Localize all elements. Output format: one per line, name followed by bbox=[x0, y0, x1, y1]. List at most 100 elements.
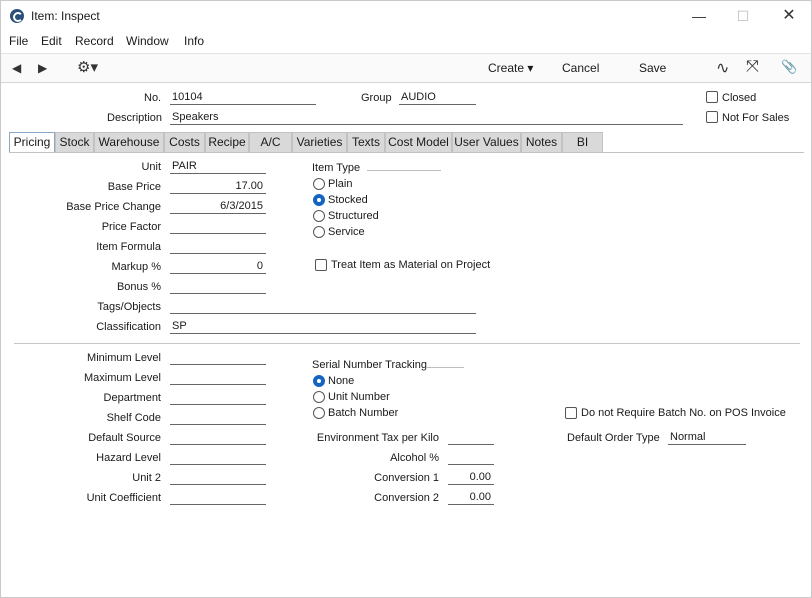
serial-batch-number-label: Batch Number bbox=[328, 407, 399, 419]
markup-label: Markup % bbox=[111, 261, 161, 273]
tab-pricing[interactable]: Pricing bbox=[9, 132, 55, 153]
back-arrow-icon[interactable]: ◀ bbox=[12, 61, 21, 75]
menu-record[interactable]: Record bbox=[75, 34, 114, 48]
closed-checkbox[interactable] bbox=[706, 91, 718, 103]
menu-info[interactable]: Info bbox=[184, 34, 204, 48]
alcohol-label: Alcohol % bbox=[390, 452, 439, 464]
unit2-field[interactable] bbox=[170, 471, 266, 485]
default-source-label: Default Source bbox=[88, 432, 161, 444]
base-price-change-label: Base Price Change bbox=[66, 201, 161, 213]
treat-material-label: Treat Item as Material on Project bbox=[331, 259, 491, 271]
classification-field[interactable]: SP bbox=[170, 320, 476, 334]
item-inspect-window: Item: Inspect — ☐ ✕ File Edit Record Win… bbox=[0, 0, 812, 598]
expand-icon[interactable]: ⤧ bbox=[746, 58, 759, 76]
no-field[interactable]: 10104 bbox=[170, 91, 316, 105]
tab-recipe[interactable]: Recipe bbox=[205, 132, 249, 152]
maximum-level-field[interactable] bbox=[170, 371, 266, 385]
group-field[interactable]: AUDIO bbox=[399, 91, 476, 105]
item-type-rule bbox=[367, 170, 441, 171]
close-button[interactable]: ✕ bbox=[774, 5, 804, 27]
conversion1-field[interactable]: 0.00 bbox=[448, 471, 494, 485]
markup-field[interactable]: 0 bbox=[170, 260, 266, 274]
save-button[interactable]: Save bbox=[639, 61, 666, 75]
not-for-sales-checkbox[interactable] bbox=[706, 111, 718, 123]
no-label: No. bbox=[144, 92, 162, 104]
activity-icon[interactable]: ∿ bbox=[716, 58, 729, 78]
menu-window[interactable]: Window bbox=[126, 34, 169, 48]
default-source-field[interactable] bbox=[170, 431, 266, 445]
closed-label: Closed bbox=[722, 92, 757, 104]
serial-none-radio[interactable] bbox=[313, 375, 325, 387]
serial-unit-number-radio[interactable] bbox=[313, 391, 325, 403]
default-order-type-field[interactable]: Normal bbox=[668, 431, 746, 445]
menu-edit[interactable]: Edit bbox=[41, 34, 62, 48]
item-formula-field[interactable] bbox=[170, 240, 266, 254]
tab-warehouse[interactable]: Warehouse bbox=[94, 132, 164, 152]
menu-file[interactable]: File bbox=[9, 34, 28, 48]
unit-coefficient-field[interactable] bbox=[170, 491, 266, 505]
window-title: Item: Inspect bbox=[31, 9, 100, 23]
env-tax-label: Environment Tax per Kilo bbox=[316, 432, 439, 444]
item-type-stocked-label: Stocked bbox=[328, 194, 368, 206]
item-type-plain-radio[interactable] bbox=[313, 178, 325, 190]
hazard-level-label: Hazard Level bbox=[96, 452, 161, 464]
item-type-structured-label: Structured bbox=[328, 210, 379, 222]
tags-objects-field[interactable] bbox=[170, 300, 476, 314]
unit-label: Unit bbox=[141, 161, 161, 173]
serial-tracking-heading: Serial Number Tracking bbox=[312, 359, 427, 371]
maximum-level-label: Maximum Level bbox=[83, 372, 161, 384]
env-tax-field[interactable] bbox=[448, 431, 494, 445]
item-type-service-radio[interactable] bbox=[313, 226, 325, 238]
base-price-change-field[interactable]: 6/3/2015 bbox=[170, 200, 266, 214]
price-factor-field[interactable] bbox=[170, 220, 266, 234]
alcohol-field[interactable] bbox=[448, 451, 494, 465]
conversion2-label: Conversion 2 bbox=[374, 492, 439, 504]
description-field[interactable]: Speakers bbox=[170, 111, 683, 125]
unit-field[interactable]: PAIR bbox=[170, 160, 266, 174]
maximize-button[interactable]: ☐ bbox=[728, 5, 758, 27]
menu-bar: File Edit Record Window Info bbox=[1, 32, 811, 52]
description-label: Description bbox=[107, 112, 163, 124]
treat-material-checkbox[interactable] bbox=[315, 259, 327, 271]
tab-ac[interactable]: A/C bbox=[249, 132, 292, 152]
minimize-button[interactable]: — bbox=[684, 5, 714, 27]
item-type-structured-radio[interactable] bbox=[313, 210, 325, 222]
app-logo-icon bbox=[10, 9, 24, 23]
conversion2-field[interactable]: 0.00 bbox=[448, 491, 494, 505]
conversion1-label: Conversion 1 bbox=[374, 472, 439, 484]
minimum-level-label: Minimum Level bbox=[87, 352, 161, 364]
base-price-field[interactable]: 17.00 bbox=[170, 180, 266, 194]
no-batch-pos-checkbox[interactable] bbox=[565, 407, 577, 419]
shelf-code-field[interactable] bbox=[170, 411, 266, 425]
tab-texts[interactable]: Texts bbox=[347, 132, 385, 152]
serial-batch-number-radio[interactable] bbox=[313, 407, 325, 419]
item-formula-label: Item Formula bbox=[96, 241, 161, 253]
tab-user-values[interactable]: User Values bbox=[452, 132, 521, 152]
group-label: Group bbox=[361, 92, 392, 104]
serial-unit-number-label: Unit Number bbox=[328, 391, 390, 403]
shelf-code-label: Shelf Code bbox=[106, 412, 161, 424]
tab-underline bbox=[9, 152, 804, 153]
tab-costs[interactable]: Costs bbox=[164, 132, 205, 152]
attachment-icon[interactable]: 📎 bbox=[781, 59, 797, 75]
bonus-field[interactable] bbox=[170, 280, 266, 294]
serial-none-label: None bbox=[328, 375, 355, 387]
tab-bi[interactable]: BI bbox=[562, 132, 603, 152]
minimum-level-field[interactable] bbox=[170, 351, 266, 365]
create-button[interactable]: Create ▾ bbox=[488, 61, 533, 75]
not-for-sales-label: Not For Sales bbox=[722, 112, 790, 124]
cancel-button[interactable]: Cancel bbox=[562, 61, 599, 75]
gear-icon[interactable]: ⚙▾ bbox=[77, 58, 98, 76]
no-batch-pos-label: Do not Require Batch No. on POS Invoice bbox=[581, 407, 786, 419]
hazard-level-field[interactable] bbox=[170, 451, 266, 465]
toolbar: ◀ ▶ ⚙▾ Create ▾ Cancel Save ∿ ⤧ 📎 bbox=[1, 53, 811, 83]
tab-varieties[interactable]: Varieties bbox=[292, 132, 347, 152]
department-field[interactable] bbox=[170, 391, 266, 405]
tab-cost-model[interactable]: Cost Model bbox=[385, 132, 452, 152]
item-type-stocked-radio[interactable] bbox=[313, 194, 325, 206]
forward-arrow-icon[interactable]: ▶ bbox=[38, 61, 47, 75]
base-price-label: Base Price bbox=[107, 181, 161, 193]
tab-stock[interactable]: Stock bbox=[55, 132, 94, 152]
bonus-label: Bonus % bbox=[116, 281, 161, 293]
tab-notes[interactable]: Notes bbox=[521, 132, 562, 152]
